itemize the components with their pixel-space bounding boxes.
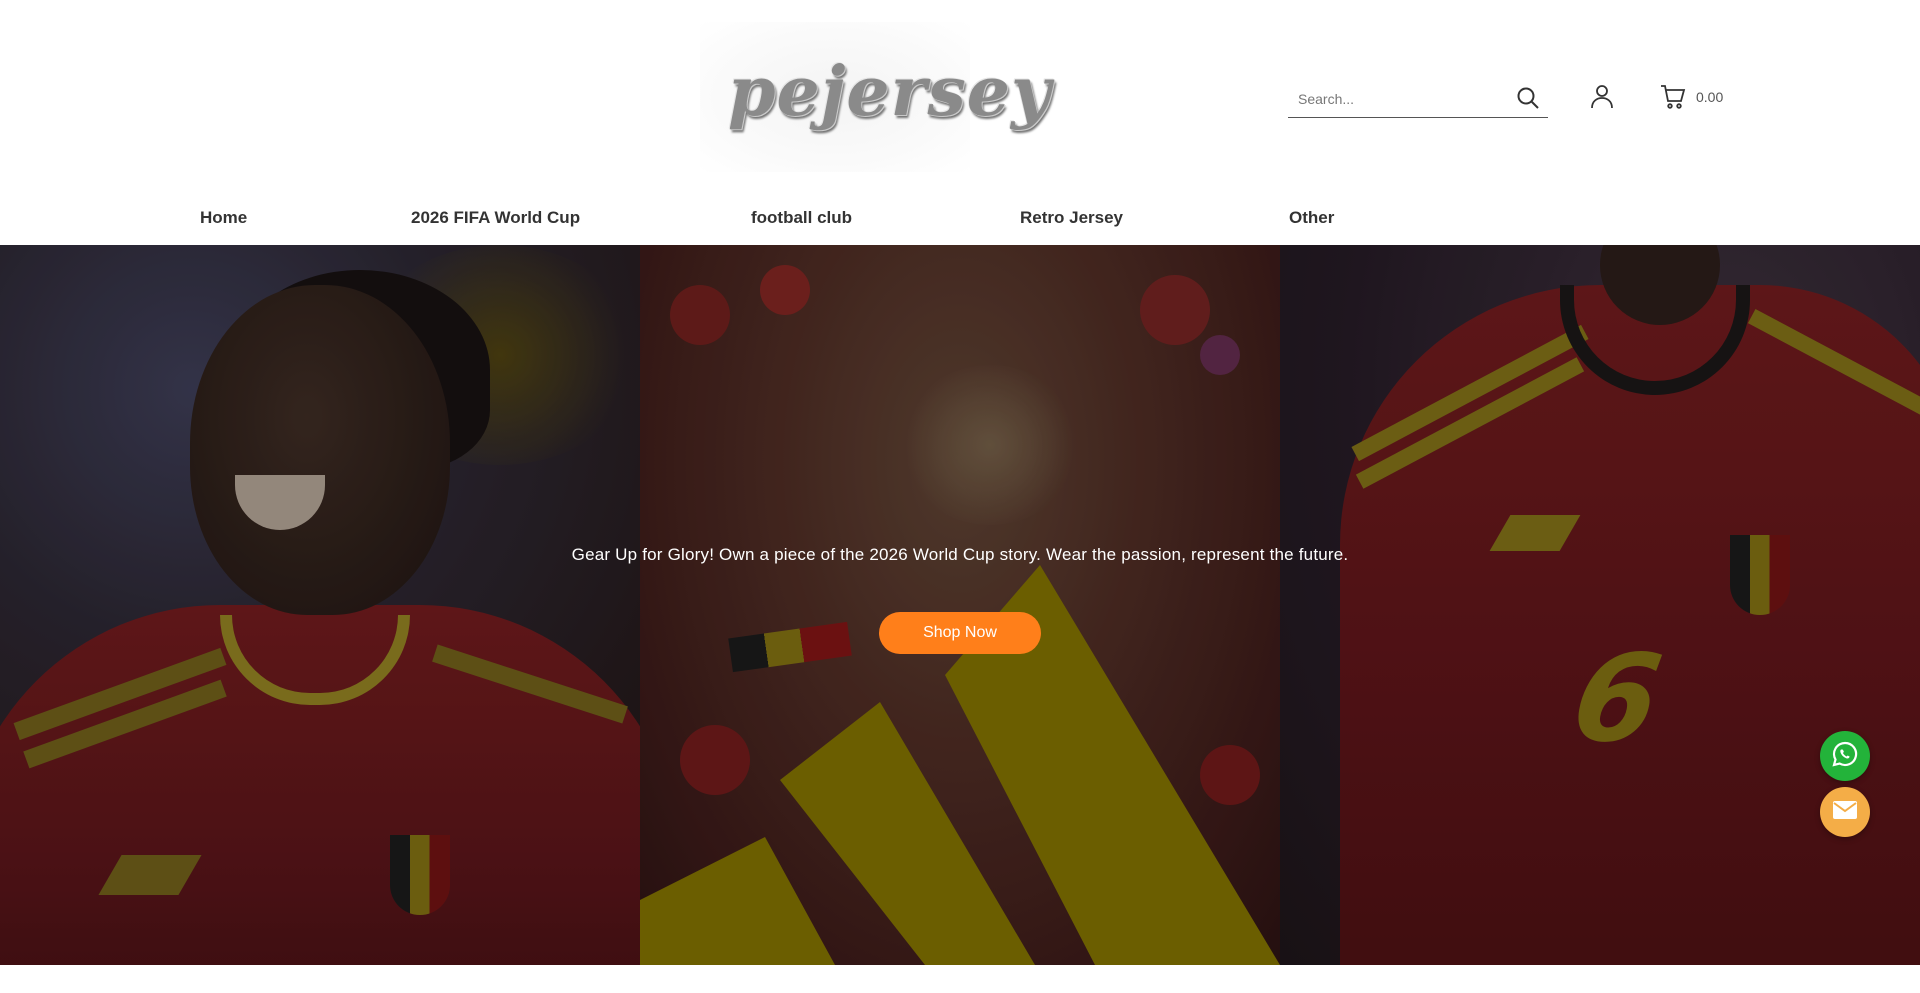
nav-item-retro-jersey[interactable]: Retro Jersey [1020,208,1123,228]
shop-now-button[interactable]: Shop Now [879,612,1041,654]
site-logo[interactable]: pejersey [700,22,1051,172]
search-input[interactable] [1298,88,1503,110]
hero-banner: 6 Gear Up for Glory! Own a piece of the … [0,245,1920,965]
hero-caption: Gear Up for Glory! Own a piece of the 20… [571,545,1349,564]
account-icon[interactable] [1590,84,1614,110]
nav-item-football-club[interactable]: football club [751,208,852,228]
nav-item-home[interactable]: Home [200,208,247,228]
search-bar [1288,80,1548,118]
logo-text: pejersey [728,52,1052,132]
whatsapp-button[interactable] [1820,731,1870,781]
email-icon [1832,800,1858,825]
site-header: pejersey 0.00 Home 2026 FIFA World Cup f… [0,0,1920,245]
cart-icon[interactable] [1660,84,1686,110]
nav-item-other[interactable]: Other [1289,208,1334,228]
search-icon[interactable] [1516,86,1540,110]
main-nav: Home 2026 FIFA World Cup football club R… [0,200,1920,245]
email-button[interactable] [1820,787,1870,837]
whatsapp-icon [1831,740,1859,773]
nav-item-world-cup[interactable]: 2026 FIFA World Cup [411,208,580,228]
cart-total[interactable]: 0.00 [1696,89,1723,105]
